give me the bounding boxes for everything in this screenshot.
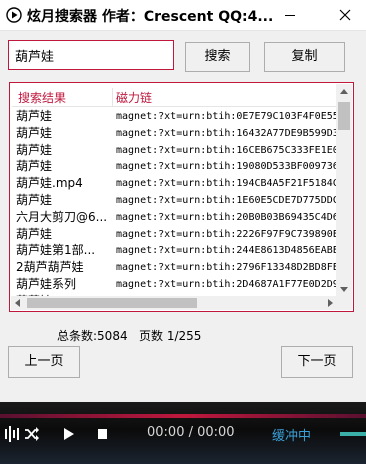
scroll-up-icon[interactable] xyxy=(340,89,348,94)
magnet-link-cell: magnet:?xt=urn:btih:20B0B03B69435C4D6 xyxy=(116,211,337,223)
rows-container: 葫芦娃 magnet:?xt=urn:btih:0E7E79C103F4F0E55… xyxy=(12,108,337,298)
vertical-scroll-thumb[interactable] xyxy=(338,102,350,130)
magnet-link-cell: magnet:?xt=urn:btih:19080D533BF009736 xyxy=(116,161,337,173)
result-name-cell: 2葫芦葫芦娃 xyxy=(16,260,84,275)
results-list[interactable]: 搜索结果 磁力链 葫芦娃 magnet:?xt=urn:btih:0E7E79C1… xyxy=(9,82,354,312)
progress-glow xyxy=(0,414,366,418)
table-row[interactable]: 葫芦娃 magnet:?xt=urn:btih:2226F97F9C739890E xyxy=(12,226,337,243)
table-row[interactable]: 葫芦娃 magnet:?xt=urn:btih:1E60E5CDE7D775DDC xyxy=(12,192,337,209)
copy-button[interactable]: 复制 xyxy=(264,42,345,72)
search-input[interactable] xyxy=(8,40,174,70)
result-name-cell: 葫芦娃 xyxy=(16,125,53,140)
window-title: 炫月搜索器 作者：Crescent QQ:4... xyxy=(27,9,272,25)
page-indicator: 页数 1/255 xyxy=(139,329,202,343)
title-bar: 炫月搜索器 作者：Crescent QQ:4... xyxy=(0,0,366,31)
result-name-cell: 葫芦娃 xyxy=(16,159,53,174)
column-header-magnet[interactable]: 磁力链 xyxy=(116,89,152,106)
playback-progress-bar[interactable] xyxy=(0,414,366,418)
vertical-scrollbar[interactable] xyxy=(336,84,352,297)
result-name-cell: 葫芦娃.mp4 xyxy=(16,176,83,191)
total-count: 总条数:5084 xyxy=(57,329,128,343)
result-name-cell: 葫芦娃系列 xyxy=(16,276,77,291)
table-row[interactable]: 葫芦娃 magnet:?xt=urn:btih:0E7E79C103F4F0E55 xyxy=(12,108,337,125)
magnet-link-cell: magnet:?xt=urn:btih:0E7E79C103F4F0E55 xyxy=(116,111,337,122)
table-row[interactable]: 葫芦娃 magnet:?xt=urn:btih:16432A77DE9B599D3 xyxy=(12,125,337,142)
magnet-link-cell: magnet:?xt=urn:btih:2226F97F9C739890E xyxy=(116,228,337,240)
magnet-link-cell: magnet:?xt=urn:btih:16432A77DE9B599D3 xyxy=(116,127,337,139)
play-icon[interactable] xyxy=(62,424,76,444)
next-page-button[interactable]: 下一页 xyxy=(281,346,353,378)
horizontal-scrollbar[interactable] xyxy=(11,296,337,310)
result-name-cell: 葫芦娃第1部... xyxy=(16,243,96,258)
table-row[interactable]: 葫芦娃 magnet:?xt=urn:btih:16CEB675C333FE1E0 xyxy=(12,142,337,159)
magnet-link-cell: magnet:?xt=urn:btih:244E8613D4856EABE xyxy=(116,245,337,257)
scroll-down-icon[interactable] xyxy=(340,287,348,292)
minimize-button[interactable] xyxy=(275,0,305,30)
volume-slider[interactable] xyxy=(340,432,366,436)
scroll-right-icon[interactable] xyxy=(328,299,333,307)
close-icon xyxy=(339,9,351,21)
result-name-cell: 葫芦娃 xyxy=(16,142,53,157)
stats-bar: 总条数:5084 页数 1/255 xyxy=(57,327,201,344)
magnet-link-cell: magnet:?xt=urn:btih:2796F13348D2BD8FE xyxy=(116,262,337,274)
magnet-link-cell: magnet:?xt=urn:btih:194CB4A5F21F5184C xyxy=(116,178,337,190)
table-row[interactable]: 2葫芦葫芦娃 magnet:?xt=urn:btih:2796F13348D2BD… xyxy=(12,259,337,276)
media-player: 00:00 / 00:00 缓冲中 xyxy=(0,402,366,464)
shuffle-icon[interactable] xyxy=(24,424,40,444)
playback-time: 00:00 / 00:00 xyxy=(147,425,235,440)
result-name-cell: 葫芦娃 xyxy=(16,192,53,207)
stop-icon[interactable] xyxy=(97,424,109,444)
result-name-cell: 葫芦娃 xyxy=(16,109,53,123)
table-row[interactable]: 六月大剪刀@6... magnet:?xt=urn:btih:20B0B03B69… xyxy=(12,209,337,226)
magnet-link-cell: magnet:?xt=urn:btih:1E60E5CDE7D775DDC xyxy=(116,194,337,206)
table-row[interactable]: 葫芦娃系列 magnet:?xt=urn:btih:2D4687A1F77E0D2… xyxy=(12,276,337,293)
list-header: 搜索结果 磁力链 xyxy=(12,86,337,107)
scrollbar-corner xyxy=(336,296,352,310)
table-row[interactable]: 葫芦娃.mp4 magnet:?xt=urn:btih:194CB4A5F21F5… xyxy=(12,175,337,192)
close-button[interactable] xyxy=(330,0,360,30)
column-divider[interactable] xyxy=(112,88,113,106)
table-row[interactable]: 葫芦娃第1部... magnet:?xt=urn:btih:244E8613D48… xyxy=(12,242,337,259)
search-button[interactable]: 搜索 xyxy=(185,42,250,72)
previous-page-button[interactable]: 上一页 xyxy=(8,346,80,378)
horizontal-scroll-thumb[interactable] xyxy=(27,298,197,308)
equalizer-icon[interactable] xyxy=(4,424,20,444)
magnet-link-cell: magnet:?xt=urn:btih:16CEB675C333FE1E0 xyxy=(116,144,337,156)
magnet-link-cell: magnet:?xt=urn:btih:2D4687A1F77E0D2D9 xyxy=(116,278,337,290)
buffering-status: 缓冲中 xyxy=(272,429,312,444)
result-name-cell: 葫芦娃 xyxy=(16,226,53,241)
table-row[interactable]: 葫芦娃 magnet:?xt=urn:btih:19080D533BF009736 xyxy=(12,158,337,175)
column-header-result[interactable]: 搜索结果 xyxy=(18,89,66,106)
result-name-cell: 六月大剪刀@6... xyxy=(16,209,108,224)
scroll-left-icon[interactable] xyxy=(15,299,20,307)
play-circle-icon xyxy=(6,7,22,23)
